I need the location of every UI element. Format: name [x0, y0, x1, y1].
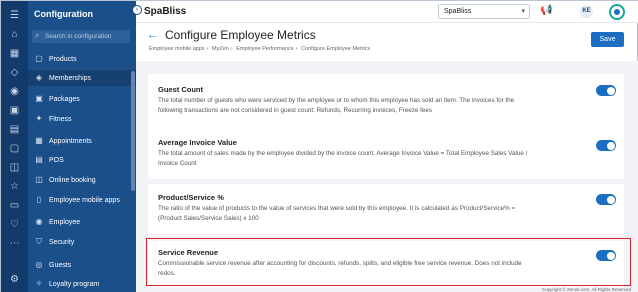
sidebar-item-fitness[interactable]: ✦ Fitness: [28, 111, 136, 127]
package-icon: ▣: [35, 94, 43, 103]
mobile-icon: ▯: [36, 195, 42, 204]
metric-card-product-service: Product/Service % The ratio of the value…: [148, 184, 624, 234]
box-icon[interactable]: ▢: [8, 142, 21, 155]
sidebar-item-loyalty-program[interactable]: ✧ Loyalty program: [28, 276, 136, 292]
sidebar-item-label: Loyalty program: [49, 280, 100, 288]
top-bar: SpaBliss SpaBliss ▾ 📢 KE: [136, 1, 638, 23]
icon-rail: ☰ ⌂ ▦ ◇ ◉ ▣ ▤ ▢ ◫ ☆ ▭ ♡ ⋯ ⚙: [1, 1, 28, 292]
box-icon: ▢: [35, 54, 43, 63]
metric-description: The ratio of the value of products to th…: [158, 205, 516, 222]
sidebar-item-label: Employee: [49, 218, 81, 226]
calendar-icon: ▦: [35, 136, 43, 145]
sidebar-item-online-booking[interactable]: ◫ Online booking: [28, 172, 136, 188]
breadcrumb: Employee mobile apps › MyZen › Employee Pe…: [149, 46, 371, 52]
chat-icon[interactable]: ◫: [8, 161, 21, 174]
sidebar-item-label: Employee mobile apps: [49, 196, 120, 204]
save-button[interactable]: Save: [591, 32, 624, 47]
settings-icon[interactable]: ⚙: [8, 273, 21, 286]
breadcrumb-item: Configure Employee Metrics: [301, 46, 371, 52]
location-select[interactable]: SpaBliss ▾: [438, 4, 530, 19]
sidebar-item-label: Products: [49, 55, 77, 63]
clipboard-icon[interactable]: ▭: [8, 199, 21, 212]
highlight-box: [146, 238, 631, 286]
sidebar-item-label: Appointments: [49, 137, 92, 145]
heart-icon[interactable]: ♡: [8, 218, 21, 231]
breadcrumb-item[interactable]: MyZen: [212, 46, 229, 52]
sidebar-search: ⌕: [32, 30, 130, 43]
back-arrow-icon[interactable]: ←: [147, 29, 158, 41]
sidebar-item-products[interactable]: ▢ Products: [28, 51, 136, 67]
sidebar-item-employee[interactable]: ◉ Employee: [28, 214, 136, 230]
brand-name: SpaBliss: [144, 6, 187, 17]
cart-icon[interactable]: ▣: [8, 104, 21, 117]
location-select-value: SpaBliss: [444, 8, 472, 15]
metric-toggle[interactable]: [596, 85, 616, 96]
metric-toggle[interactable]: [596, 140, 616, 151]
pos-icon: ▤: [35, 155, 43, 164]
breadcrumb-item[interactable]: Employee mobile apps: [149, 46, 205, 52]
copyright-text: Copyright © Zenoti.com. All Rights Reser…: [541, 287, 631, 292]
megaphone-icon[interactable]: 📢: [540, 5, 552, 16]
metric-card-average-invoice-value: Average Invoice Value The total amount o…: [148, 129, 624, 179]
user-icon[interactable]: ◉: [8, 85, 21, 98]
sidebar-item-label: Memberships: [49, 74, 92, 82]
metric-title: Product/Service %: [158, 193, 224, 202]
avatar[interactable]: KE: [580, 5, 593, 18]
metric-title: Guest Count: [158, 85, 203, 94]
sidebar-item-pos[interactable]: ▤ POS: [28, 152, 136, 168]
loyalty-icon: ✧: [35, 279, 43, 288]
sidebar-scrollbar[interactable]: [131, 71, 135, 191]
calendar-icon[interactable]: ▦: [8, 47, 21, 60]
chart-icon[interactable]: ▤: [8, 123, 21, 136]
fitness-icon: ✦: [35, 114, 43, 123]
sidebar-item-label: Packages: [49, 95, 80, 103]
online-booking-icon: ◫: [35, 175, 43, 184]
metric-toggle[interactable]: [596, 194, 616, 205]
breadcrumb-item[interactable]: Employee Performance: [236, 46, 293, 52]
grid-icon[interactable]: ⋯: [8, 237, 21, 250]
home-icon[interactable]: ⌂: [8, 28, 21, 41]
sidebar-item-guests[interactable]: ◎ Guests: [28, 257, 136, 273]
sidebar-item-label: Online booking: [49, 176, 96, 184]
sidebar-item-label: POS: [49, 156, 64, 164]
sidebar-item-memberships[interactable]: ◈ Memberships: [28, 70, 136, 86]
guests-icon: ◎: [35, 260, 43, 269]
sidebar-item-appointments[interactable]: ▦ Appointments: [28, 133, 136, 149]
app-logo-icon[interactable]: [608, 3, 626, 21]
sidebar-item-label: Security: [49, 238, 75, 246]
sidebar-item-label: Guests: [49, 261, 72, 269]
search-icon: ⌕: [35, 31, 40, 40]
star-icon[interactable]: ☆: [8, 180, 21, 193]
menu-icon[interactable]: ☰: [8, 9, 21, 22]
sidebar-item-employee-mobile-apps[interactable]: ▯ Employee mobile apps: [28, 192, 136, 208]
collapse-sidebar-icon[interactable]: ‹: [132, 5, 142, 15]
sidebar-item-packages[interactable]: ▣ Packages: [28, 91, 136, 107]
config-sidebar: Configuration ⌕ ▢ Products ◈ Memberships…: [28, 1, 136, 292]
employee-icon: ◉: [35, 217, 43, 226]
search-input[interactable]: [45, 30, 127, 43]
sidebar-item-label: Fitness: [49, 115, 72, 123]
shield-icon: ⛉: [36, 237, 42, 246]
chevron-down-icon: ▾: [521, 8, 525, 15]
metric-title: Average Invoice Value: [158, 138, 237, 147]
sidebar-title: Configuration: [34, 9, 93, 19]
tag-icon[interactable]: ◇: [8, 66, 21, 79]
metric-description: The total number of guests who were serv…: [158, 97, 515, 114]
metric-description: The total amount of sales made by the em…: [158, 150, 528, 167]
sidebar-item-security[interactable]: ⛉ Security: [28, 234, 136, 250]
page-title: Configure Employee Metrics: [165, 28, 316, 42]
membership-icon: ◈: [35, 73, 43, 82]
